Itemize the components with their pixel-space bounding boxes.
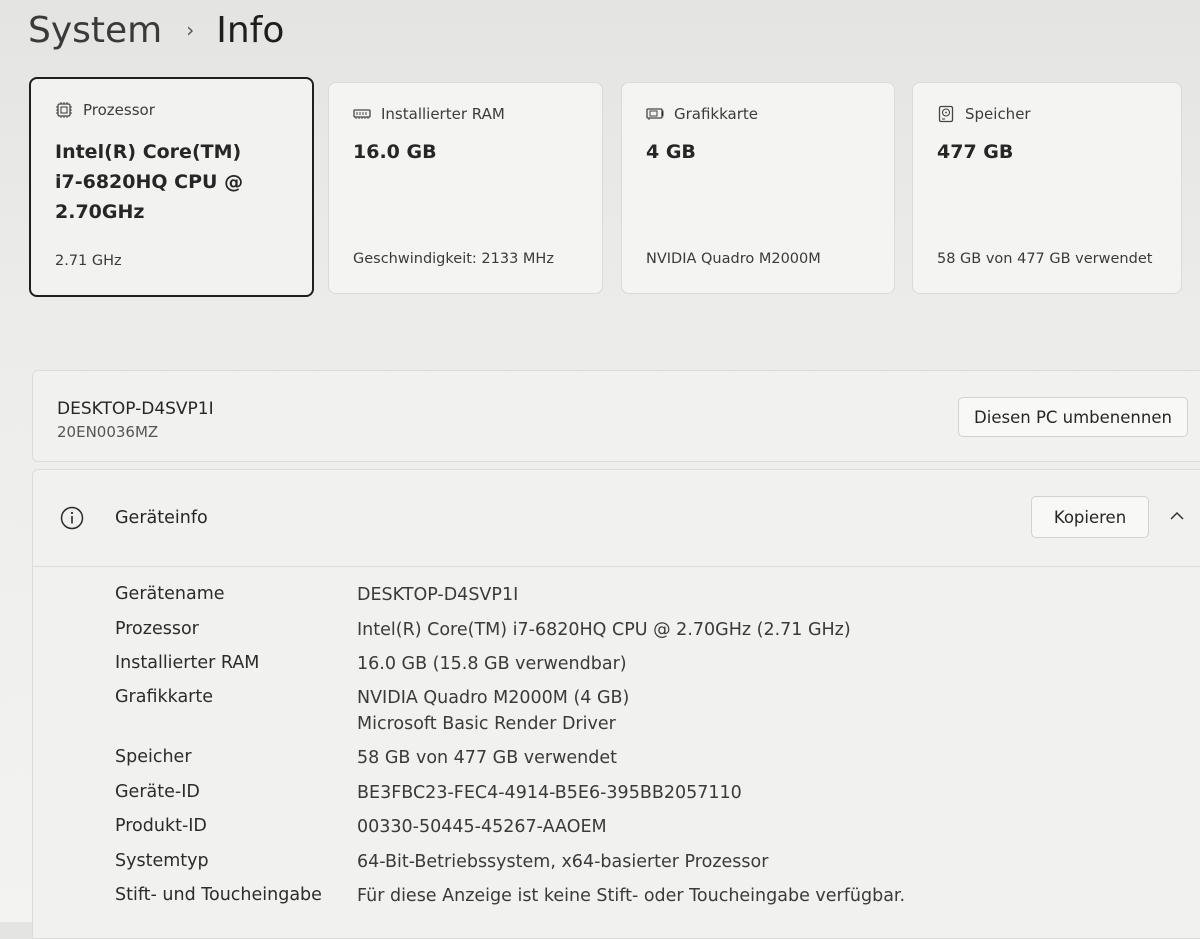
- spec-value-line: 16.0 GB (15.8 GB verwendbar): [357, 654, 627, 674]
- processor-card-header: Prozessor: [55, 101, 155, 119]
- spec-label: Systemtyp: [115, 851, 209, 871]
- spec-label: Geräte-ID: [115, 782, 200, 802]
- processor-card-value: Intel(R) Core(TM) i7-6820HQ CPU @ 2.70GH…: [55, 137, 285, 227]
- device-info-panel: Geräteinfo Kopieren Gerätename DESKTOP-D…: [32, 469, 1200, 939]
- spec-value[interactable]: Für diese Anzeige ist keine Stift- oder …: [357, 883, 905, 909]
- ram-card-label: Installierter RAM: [381, 105, 505, 123]
- graphics-card-footer: NVIDIA Quadro M2000M: [646, 251, 821, 267]
- graphics-card-value: 4 GB: [646, 137, 876, 167]
- storage-card[interactable]: Speicher 477 GB 58 GB von 477 GB verwend…: [912, 82, 1182, 294]
- storage-card-label: Speicher: [965, 105, 1031, 123]
- spec-label: Produkt-ID: [115, 816, 207, 836]
- graphics-card-icon: [646, 105, 664, 123]
- copy-button[interactable]: Kopieren: [1031, 496, 1149, 538]
- breadcrumb-separator-chevron-icon: ›: [186, 18, 195, 42]
- processor-chip-icon: [55, 101, 73, 119]
- storage-card-value: 477 GB: [937, 137, 1167, 167]
- spec-value-line: 64-Bit-Betriebssystem, x64-basierter Pro…: [357, 852, 769, 872]
- spec-value-line: 00330-50445-45267-AAOEM: [357, 817, 607, 837]
- spec-value-line: Intel(R) Core(TM) i7-6820HQ CPU @ 2.70GH…: [357, 620, 851, 640]
- rename-pc-button[interactable]: Diesen PC umbenennen: [958, 397, 1188, 437]
- chevron-up-icon[interactable]: [1167, 506, 1187, 526]
- ram-card-header: Installierter RAM: [353, 105, 505, 123]
- processor-card[interactable]: Prozessor Intel(R) Core(TM) i7-6820HQ CP…: [29, 77, 314, 297]
- device-name: DESKTOP-D4SVP1I: [57, 399, 214, 419]
- storage-card-value-line: 477 GB: [937, 141, 1014, 163]
- graphics-card-header: Grafikkarte: [646, 105, 758, 123]
- processor-card-value-line: 2.70GHz: [55, 201, 145, 223]
- spec-value-line: NVIDIA Quadro M2000M (4 GB): [357, 688, 630, 708]
- spec-value-line: BE3FBC23-FEC4-4914-B5E6-395BB2057110: [357, 783, 742, 803]
- storage-card-header: Speicher: [937, 105, 1031, 123]
- spec-value-line: 58 GB von 477 GB verwendet: [357, 748, 617, 768]
- spec-label: Speicher: [115, 747, 192, 767]
- ram-module-icon: [353, 105, 371, 123]
- page-title: Info: [216, 9, 285, 51]
- ram-card-value-line: 16.0 GB: [353, 141, 437, 163]
- spec-value[interactable]: DESKTOP-D4SVP1I: [357, 582, 518, 608]
- processor-card-label: Prozessor: [83, 101, 155, 119]
- spec-label: Grafikkarte: [115, 687, 214, 707]
- storage-card-footer: 58 GB von 477 GB verwendet: [937, 251, 1153, 267]
- spec-value[interactable]: 58 GB von 477 GB verwendet: [357, 745, 617, 771]
- processor-card-value-line: i7-6820HQ CPU @: [55, 171, 244, 193]
- spec-value[interactable]: Intel(R) Core(TM) i7-6820HQ CPU @ 2.70GH…: [357, 617, 851, 643]
- device-model: 20EN0036MZ: [57, 423, 159, 441]
- info-circle-icon: [60, 506, 84, 530]
- spec-label: Installierter RAM: [115, 653, 260, 673]
- storage-drive-icon: [937, 105, 955, 123]
- graphics-card-label: Grafikkarte: [674, 105, 759, 123]
- breadcrumb-system-link[interactable]: System: [28, 10, 162, 51]
- spec-value-line: Microsoft Basic Render Driver: [357, 714, 616, 734]
- spec-value[interactable]: NVIDIA Quadro M2000M (4 GB) Microsoft Ba…: [357, 685, 629, 737]
- ram-card-footer: Geschwindigkeit: 2133 MHz: [353, 251, 554, 267]
- graphics-card-value-line: 4 GB: [646, 141, 696, 163]
- spec-value[interactable]: 00330-50445-45267-AAOEM: [357, 814, 607, 840]
- spec-value-line: Für diese Anzeige ist keine Stift- oder …: [357, 886, 906, 906]
- spec-label: Prozessor: [115, 619, 199, 639]
- spec-value[interactable]: 16.0 GB (15.8 GB verwendbar): [357, 651, 627, 677]
- breadcrumb: System › Info: [28, 6, 284, 54]
- device-name-panel: DESKTOP-D4SVP1I 20EN0036MZ Diesen PC umb…: [32, 370, 1200, 462]
- graphics-card-card[interactable]: Grafikkarte 4 GB NVIDIA Quadro M2000M: [621, 82, 895, 294]
- device-info-header[interactable]: Geräteinfo Kopieren: [33, 470, 1200, 567]
- spec-value[interactable]: 64-Bit-Betriebssystem, x64-basierter Pro…: [357, 849, 768, 875]
- spec-value[interactable]: BE3FBC23-FEC4-4914-B5E6-395BB2057110: [357, 780, 742, 806]
- spec-label: Stift- und Toucheingabe: [115, 885, 322, 905]
- ram-card-value: 16.0 GB: [353, 137, 583, 167]
- device-info-title: Geräteinfo: [115, 508, 208, 528]
- processor-card-footer: 2.71 GHz: [55, 253, 122, 269]
- processor-card-value-line: Intel(R) Core(TM): [55, 141, 242, 163]
- ram-card[interactable]: Installierter RAM 16.0 GB Geschwindigkei…: [328, 82, 603, 294]
- spec-value-line: DESKTOP-D4SVP1I: [357, 585, 519, 605]
- spec-label: Gerätename: [115, 584, 225, 604]
